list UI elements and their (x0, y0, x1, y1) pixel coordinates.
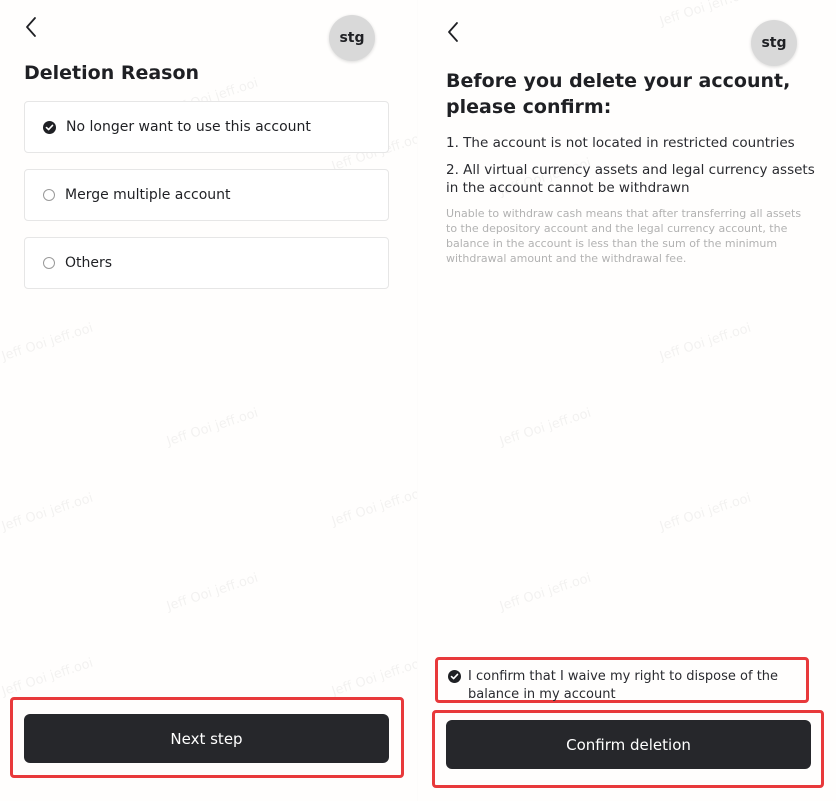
reason-option-no-longer-use[interactable]: No longer want to use this account (24, 101, 389, 153)
watermark: Jeff Ooi jeff.ooi (0, 490, 96, 535)
page-title: Before you delete your account, please c… (446, 68, 790, 120)
radio-unchecked-icon (43, 257, 55, 269)
delete-confirm-screen: Jeff Ooi jeff.ooi Jeff Ooi jeff.ooi Jeff… (418, 0, 836, 801)
confirm-deletion-label: Confirm deletion (566, 735, 691, 754)
watermark: Jeff Ooi jeff.ooi (165, 405, 261, 450)
watermark: Jeff Ooi jeff.ooi (658, 490, 754, 535)
avatar-text: stg (761, 35, 787, 51)
watermark: Jeff Ooi jeff.ooi (0, 655, 96, 700)
withdrawal-note: Unable to withdraw cash means that after… (446, 207, 802, 265)
page-title: Deletion Reason (24, 62, 200, 84)
option-label: Others (65, 255, 113, 271)
watermark: Jeff Ooi jeff.ooi (0, 320, 96, 365)
avatar[interactable]: stg (329, 15, 375, 61)
watermark: Jeff Ooi jeff.ooi (658, 320, 754, 365)
deletion-reason-screen: Jeff Ooi jeff.ooi Jeff Ooi jeff.ooi Jeff… (0, 0, 418, 801)
next-step-button[interactable]: Next step (24, 714, 389, 763)
watermark: Jeff Ooi jeff.ooi (498, 570, 594, 615)
watermark: Jeff Ooi jeff.ooi (330, 655, 418, 700)
option-label: Merge multiple account (65, 187, 231, 203)
next-step-label: Next step (170, 729, 243, 748)
check-circle-icon (448, 670, 461, 683)
chevron-left-icon[interactable] (22, 15, 42, 39)
waive-right-label: I confirm that I waive my right to dispo… (468, 669, 779, 702)
watermark: Jeff Ooi jeff.ooi (498, 405, 594, 450)
chevron-left-icon[interactable] (444, 20, 464, 44)
avatar[interactable]: stg (751, 20, 797, 66)
title-line: please confirm: (446, 96, 612, 118)
requirement-item: 1. The account is not located in restric… (446, 135, 795, 151)
title-line: Before you delete your account, (446, 70, 791, 92)
confirm-deletion-button[interactable]: Confirm deletion (446, 720, 811, 769)
option-label: No longer want to use this account (66, 119, 311, 135)
radio-unchecked-icon (43, 189, 55, 201)
avatar-text: stg (339, 30, 365, 46)
waive-right-checkbox[interactable]: I confirm that I waive my right to dispo… (448, 668, 798, 702)
check-circle-icon (43, 120, 56, 134)
requirement-item: 2. All virtual currency assets and legal… (446, 162, 815, 196)
reason-option-merge-accounts[interactable]: Merge multiple account (24, 169, 389, 221)
watermark: Jeff Ooi jeff.ooi (658, 0, 754, 30)
watermark: Jeff Ooi jeff.ooi (165, 570, 261, 615)
watermark: Jeff Ooi jeff.ooi (330, 485, 418, 530)
reason-option-others[interactable]: Others (24, 237, 389, 289)
